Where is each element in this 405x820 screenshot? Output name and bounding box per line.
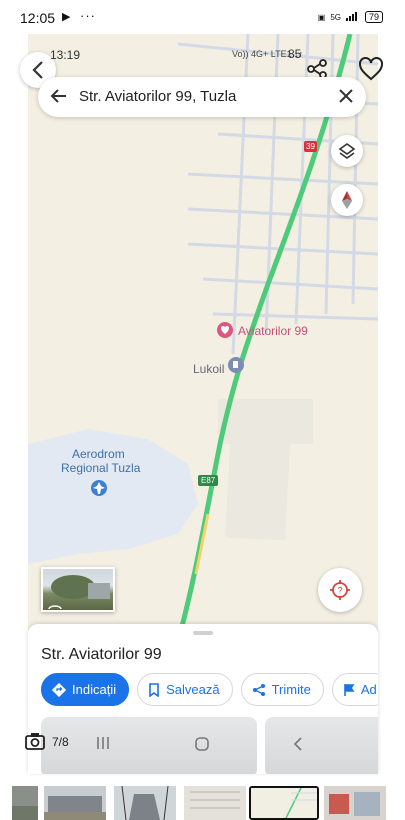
status-bar: 12:05 ▶ ··· ▣ 5G 79 <box>0 0 405 34</box>
save-button[interactable]: Salvează <box>137 673 233 706</box>
arrow-left-icon[interactable] <box>50 87 68 105</box>
gallery-thumbnail[interactable] <box>44 786 106 820</box>
sheet-drag-handle[interactable] <box>193 631 213 635</box>
send-button[interactable]: Trimite <box>240 673 324 706</box>
highway-segment <box>194 513 210 575</box>
gallery-filmstrip <box>0 780 405 820</box>
map-view[interactable] <box>28 34 378 634</box>
airport-label-line1[interactable]: Aerodrom <box>72 447 125 461</box>
street-view-image <box>48 575 110 610</box>
send-label: Trimite <box>271 682 311 697</box>
gallery-thumbnail[interactable] <box>184 786 246 820</box>
add-label-text: Ad <box>360 682 377 697</box>
road-badge-e87: E87 <box>198 475 219 486</box>
place-label[interactable]: Aviatorilor 99 <box>238 324 308 338</box>
compass-button[interactable] <box>331 184 363 216</box>
street-view-thumbnail[interactable] <box>41 567 115 612</box>
directions-button[interactable]: Indicații <box>41 673 130 706</box>
home-icon[interactable] <box>194 736 210 752</box>
layers-icon <box>338 143 356 159</box>
action-chips: Indicații Salvează Trimite Ad <box>41 673 378 706</box>
save-label: Salvează <box>166 682 220 697</box>
network-label: 5G <box>330 12 341 22</box>
fuel-station-label[interactable]: Lukoil <box>193 362 224 376</box>
map-canvas <box>28 34 378 634</box>
gallery-thumbnail[interactable] <box>324 786 386 820</box>
camera-icon[interactable] <box>25 732 45 750</box>
volte-icon: ▣ <box>317 12 326 22</box>
my-location-button[interactable]: ? <box>318 568 362 612</box>
road-badge-39: 39 <box>304 141 317 152</box>
recent-apps-icon[interactable] <box>95 736 111 750</box>
play-indicator-icon: ▶ <box>62 11 71 23</box>
more-notifications-icon: ··· <box>80 8 96 23</box>
battery-indicator: 79 <box>364 11 383 23</box>
location-target-icon: ? <box>330 580 350 600</box>
back-nav-icon[interactable] <box>292 736 304 752</box>
signal-icon <box>345 11 360 23</box>
image-counter: 7/8 <box>52 735 69 749</box>
search-query[interactable]: Str. Aviatorilor 99, Tuzla <box>79 88 236 105</box>
gallery-thumbnail[interactable] <box>114 786 176 820</box>
bookmark-icon <box>149 682 159 697</box>
status-time: 12:05 <box>20 10 56 26</box>
add-label-button[interactable]: Ad <box>331 673 378 706</box>
place-title: Str. Aviatorilor 99 <box>41 646 162 663</box>
search-bar[interactable]: Str. Aviatorilor 99, Tuzla <box>38 77 366 117</box>
airport-label-line2[interactable]: Regional Tuzla <box>61 461 140 475</box>
gallery-overlay: 7/8 <box>0 724 405 770</box>
building-block <box>225 427 291 541</box>
chevron-left-icon <box>32 61 43 79</box>
gallery-thumbnail-active[interactable] <box>249 786 319 820</box>
close-icon[interactable] <box>338 88 354 104</box>
directions-label: Indicații <box>72 682 117 697</box>
share-icon <box>252 683 265 696</box>
svg-text:?: ? <box>337 586 342 596</box>
inner-status-time: 13:19 <box>50 48 81 62</box>
layers-button[interactable] <box>331 135 363 167</box>
heart-icon <box>359 57 383 81</box>
status-right: ▣ 5G 79 <box>318 11 383 23</box>
gallery-thumbnail[interactable] <box>12 786 38 820</box>
flag-icon <box>344 683 355 696</box>
directions-icon <box>52 682 66 697</box>
compass-icon <box>342 191 352 209</box>
